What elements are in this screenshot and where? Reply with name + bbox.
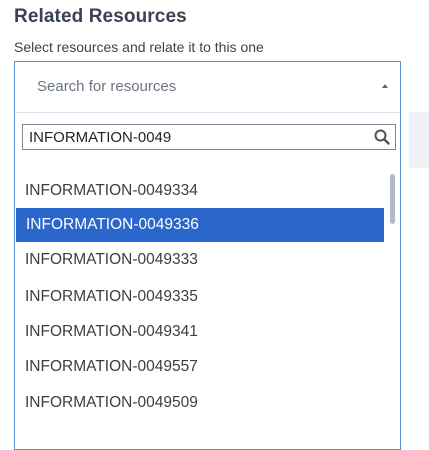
options-list: INFORMATION-0049334 INFORMATION-0049336 … xyxy=(15,174,387,449)
section-subtitle: Select resources and relate it to this o… xyxy=(14,39,264,55)
scrollbar[interactable] xyxy=(390,174,398,449)
dropdown-placeholder: Search for resources xyxy=(37,78,177,95)
list-item-selected[interactable]: INFORMATION-0049336 xyxy=(16,208,384,242)
search-field[interactable] xyxy=(22,124,396,150)
list-item[interactable]: INFORMATION-0049341 xyxy=(15,315,387,349)
list-item[interactable]: INFORMATION-0049335 xyxy=(15,280,387,314)
list-item[interactable]: INFORMATION-0049334 xyxy=(15,174,387,208)
scrollbar-thumb[interactable] xyxy=(390,174,395,224)
search-input[interactable] xyxy=(29,126,349,148)
dropdown-trigger[interactable]: Search for resources xyxy=(15,62,400,113)
list-item[interactable]: INFORMATION-0049509 xyxy=(15,386,387,420)
list-item[interactable]: INFORMATION-0049333 xyxy=(15,243,387,277)
resource-dropdown[interactable]: Search for resources INFORMATION-0049334… xyxy=(14,61,401,450)
caret-up-icon[interactable] xyxy=(382,84,388,88)
section-title: Related Resources xyxy=(14,6,187,27)
background-panel xyxy=(409,112,429,168)
search-icon[interactable] xyxy=(373,128,391,146)
list-item[interactable]: INFORMATION-0049557 xyxy=(15,350,387,384)
